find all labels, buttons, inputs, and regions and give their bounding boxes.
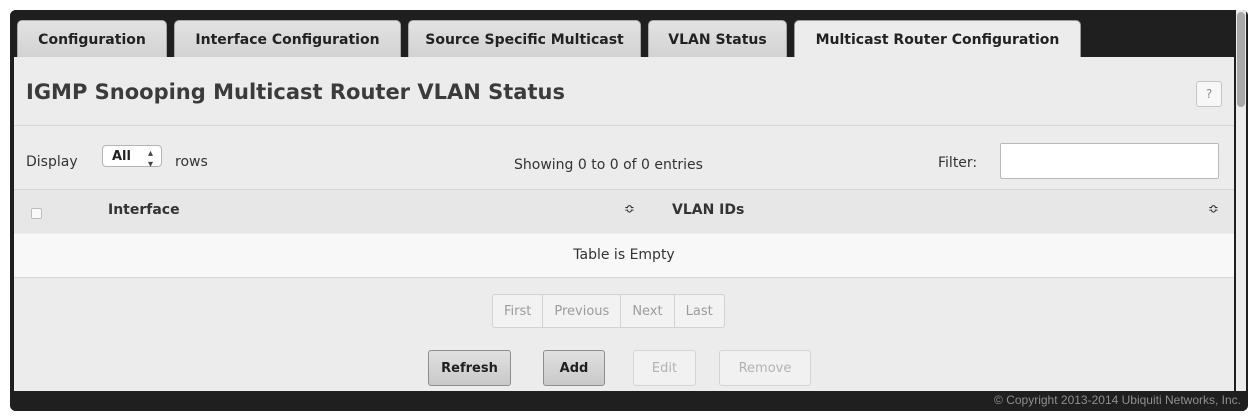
- entries-info: Showing 0 to 0 of 0 entries: [514, 157, 703, 173]
- updown-arrow-icon: ▴ ▾: [147, 148, 153, 170]
- rows-select[interactable]: All ▴ ▾: [102, 145, 162, 170]
- tab-vlan-status[interactable]: VLAN Status: [648, 20, 787, 58]
- filter-label: Filter:: [938, 155, 978, 171]
- select-all-checkbox[interactable]: [31, 208, 42, 219]
- tab-label: Interface Configuration: [195, 31, 380, 48]
- tab-bar: Configuration Interface Configuration So…: [10, 10, 1248, 58]
- tab-source-specific-multicast[interactable]: Source Specific Multicast: [408, 20, 641, 58]
- column-header-vlan-ids[interactable]: VLAN IDs: [672, 202, 744, 218]
- filter-input[interactable]: [1000, 143, 1219, 179]
- empty-message: Table is Empty: [573, 247, 675, 263]
- remove-button[interactable]: Remove: [719, 350, 811, 386]
- tab-label: Source Specific Multicast: [425, 31, 624, 48]
- title-divider: [14, 125, 1234, 126]
- footer: © Copyright 2013-2014 Ubiquiti Networks,…: [10, 391, 1248, 411]
- sort-updown-icon[interactable]: ≎: [624, 202, 635, 217]
- rows-label: rows: [175, 154, 208, 170]
- tab-label: Configuration: [38, 31, 146, 48]
- app-window: Configuration Interface Configuration So…: [10, 10, 1248, 411]
- content-panel: IGMP Snooping Multicast Router VLAN Stat…: [14, 57, 1234, 401]
- pagination-next[interactable]: Next: [621, 295, 675, 327]
- pagination-previous[interactable]: Previous: [543, 295, 622, 327]
- tab-label: VLAN Status: [668, 31, 767, 48]
- pagination-last[interactable]: Last: [675, 295, 724, 327]
- tab-label: Multicast Router Configuration: [815, 31, 1060, 48]
- add-button[interactable]: Add: [543, 350, 605, 386]
- pagination-first[interactable]: First: [493, 295, 544, 327]
- sort-updown-icon[interactable]: ≎: [1208, 202, 1219, 217]
- tab-interface-configuration[interactable]: Interface Configuration: [174, 20, 401, 58]
- display-label: Display: [26, 154, 78, 170]
- help-button[interactable]: ?: [1196, 81, 1222, 107]
- copyright-text: © Copyright 2013-2014 Ubiquiti Networks,…: [994, 393, 1241, 407]
- table-empty-row: Table is Empty: [14, 234, 1234, 277]
- column-header-interface[interactable]: Interface: [108, 202, 180, 218]
- scrollbar-thumb[interactable]: [1237, 12, 1245, 107]
- refresh-button[interactable]: Refresh: [428, 350, 511, 386]
- edit-button[interactable]: Edit: [633, 350, 696, 386]
- pagination: First Previous Next Last: [492, 294, 725, 328]
- tab-multicast-router-configuration[interactable]: Multicast Router Configuration: [794, 20, 1081, 58]
- page-title: IGMP Snooping Multicast Router VLAN Stat…: [26, 80, 565, 104]
- tab-configuration[interactable]: Configuration: [17, 20, 167, 58]
- table-bottom-divider: [14, 277, 1234, 278]
- rows-select-value: All: [112, 148, 131, 164]
